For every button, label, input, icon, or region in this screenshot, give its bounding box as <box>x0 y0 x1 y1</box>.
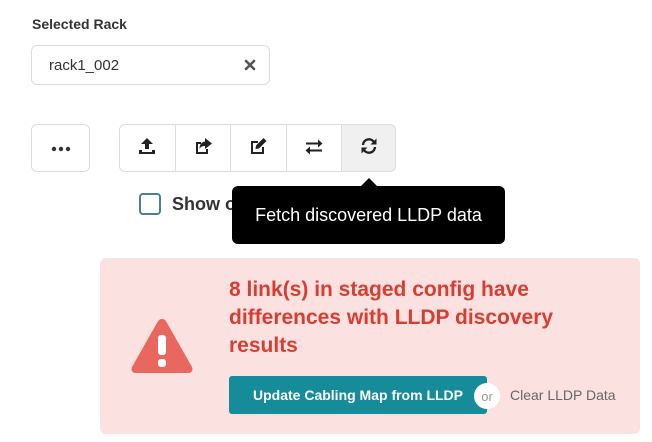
show-checkbox-label: Show o <box>172 194 236 214</box>
alert-message: 8 link(s) in staged config have differen… <box>229 278 554 357</box>
upload-button[interactable] <box>120 125 176 171</box>
action-toolbar <box>119 124 396 172</box>
more-actions-button[interactable] <box>31 124 90 172</box>
share-button[interactable] <box>176 125 232 171</box>
rack-select-value: rack1_002 <box>49 57 120 74</box>
selected-rack-label: Selected Rack <box>32 16 127 32</box>
refresh-icon <box>359 136 379 161</box>
swap-button[interactable] <box>287 125 343 171</box>
rack-select[interactable]: rack1_002 <box>31 45 270 85</box>
fetch-lldp-button[interactable] <box>342 125 395 171</box>
clear-selection-icon[interactable] <box>242 56 258 74</box>
upload-icon <box>137 136 157 161</box>
share-icon <box>193 136 213 161</box>
or-separator: or <box>474 383 500 409</box>
swap-arrows-icon <box>304 136 324 161</box>
update-cabling-map-button[interactable]: Update Cabling Map from LLDP <box>229 376 487 414</box>
ellipsis-icon <box>51 139 71 157</box>
tooltip: Fetch discovered LLDP data <box>232 186 505 244</box>
edit-button[interactable] <box>231 125 287 171</box>
clear-lldp-data-link[interactable]: Clear LLDP Data <box>510 387 616 403</box>
tooltip-arrow <box>361 178 377 186</box>
warning-triangle-icon <box>128 315 196 380</box>
edit-icon <box>248 136 268 161</box>
tooltip-text: Fetch discovered LLDP data <box>255 204 482 225</box>
lldp-warning-alert: 8 link(s) in staged config have differen… <box>100 258 640 434</box>
show-checkbox[interactable] <box>139 193 161 215</box>
